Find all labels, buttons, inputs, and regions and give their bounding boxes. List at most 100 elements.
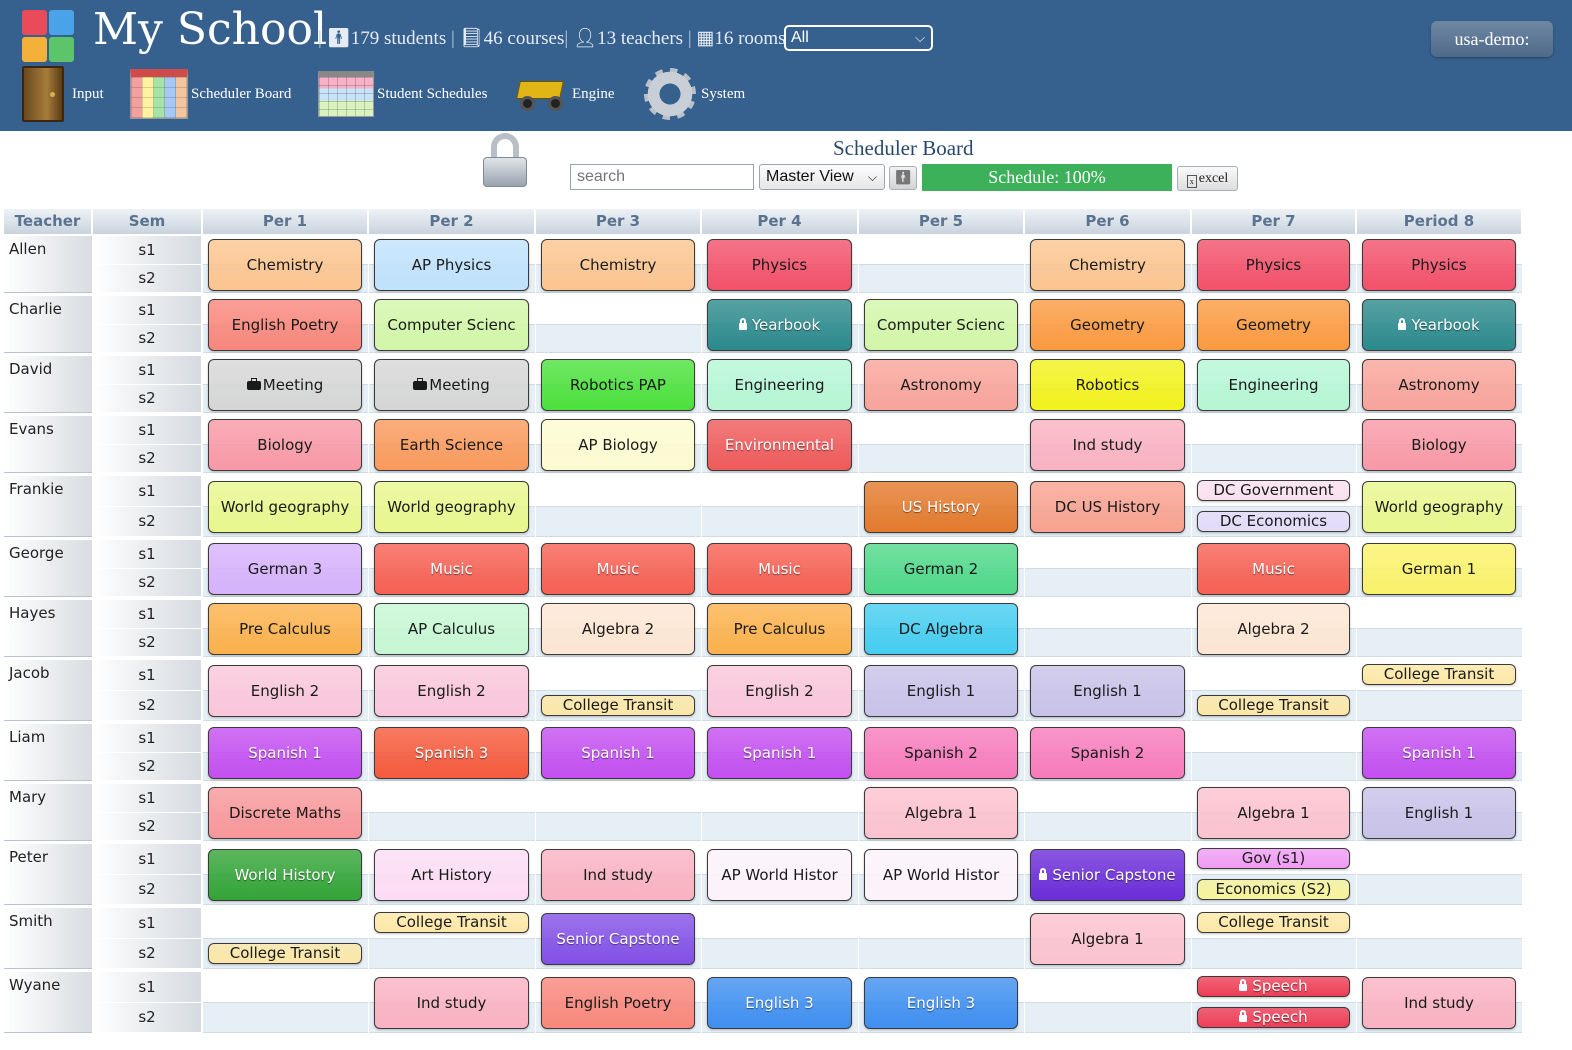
schedule-slot[interactable] bbox=[702, 908, 858, 939]
course-block[interactable]: English 3 bbox=[864, 977, 1018, 1029]
course-block[interactable]: Economics (S2) bbox=[1197, 879, 1350, 900]
course-block[interactable]: Biology bbox=[1362, 419, 1516, 471]
schedule-slot[interactable] bbox=[859, 908, 1024, 939]
course-block[interactable]: AP Calculus bbox=[374, 603, 529, 655]
course-block[interactable]: College Transit bbox=[374, 912, 529, 933]
schedule-slot[interactable] bbox=[1357, 908, 1522, 939]
nav-system[interactable]: System bbox=[644, 64, 745, 124]
schedule-slot[interactable] bbox=[1025, 600, 1191, 629]
course-block[interactable]: Astronomy bbox=[1362, 359, 1516, 411]
course-block[interactable]: Pre Calculus bbox=[208, 603, 362, 655]
board-lock-icon[interactable] bbox=[481, 133, 531, 189]
schedule-slot[interactable] bbox=[369, 784, 535, 813]
course-block[interactable]: Spanish 1 bbox=[1362, 727, 1516, 779]
teacher-name[interactable]: Allen bbox=[4, 236, 92, 293]
course-block[interactable]: Astronomy bbox=[864, 359, 1018, 411]
course-block[interactable]: Robotics bbox=[1030, 359, 1185, 411]
course-block[interactable]: Algebra 1 bbox=[864, 787, 1018, 839]
course-block[interactable]: English 1 bbox=[1030, 665, 1185, 717]
schedule-slot[interactable] bbox=[1192, 753, 1356, 781]
schedule-slot[interactable] bbox=[536, 325, 701, 353]
course-block[interactable]: Spanish 2 bbox=[1030, 727, 1185, 779]
course-block[interactable]: Yearbook bbox=[1362, 299, 1516, 351]
teacher-name[interactable]: Charlie bbox=[4, 296, 92, 353]
course-block[interactable]: Gov (s1) bbox=[1197, 848, 1350, 869]
course-block[interactable]: Robotics PAP bbox=[541, 359, 695, 411]
nav-engine[interactable]: Engine bbox=[514, 64, 615, 124]
schedule-slot[interactable] bbox=[702, 784, 858, 813]
schedule-slot[interactable] bbox=[1025, 972, 1191, 1003]
course-block[interactable]: Algebra 2 bbox=[541, 603, 695, 655]
schedule-slot[interactable] bbox=[859, 445, 1024, 473]
course-block[interactable]: DC Government bbox=[1197, 480, 1350, 501]
course-block[interactable]: Engineering bbox=[1197, 359, 1350, 411]
course-block[interactable]: German 2 bbox=[864, 543, 1018, 595]
course-block[interactable]: Ind study bbox=[374, 977, 529, 1029]
course-block[interactable]: Physics bbox=[1197, 239, 1350, 291]
course-block[interactable]: Physics bbox=[1362, 239, 1516, 291]
nav-scheduler-board[interactable]: Scheduler Board bbox=[130, 64, 291, 124]
schedule-slot[interactable] bbox=[369, 813, 535, 841]
course-block[interactable]: Senior Capstone bbox=[541, 913, 695, 965]
course-block[interactable]: Engineering bbox=[707, 359, 852, 411]
course-block[interactable]: German 3 bbox=[208, 543, 362, 595]
course-block[interactable]: College Transit bbox=[1197, 912, 1350, 933]
teacher-name[interactable]: Smith bbox=[4, 908, 92, 969]
course-block[interactable]: US History bbox=[864, 481, 1018, 533]
course-block[interactable]: English 1 bbox=[864, 665, 1018, 717]
teacher-name[interactable]: George bbox=[4, 540, 92, 597]
excel-export-button[interactable]: x excel bbox=[1177, 166, 1238, 191]
course-block[interactable]: Computer Scienc bbox=[374, 299, 529, 351]
view-select[interactable]: Master View ⌵ bbox=[759, 164, 885, 190]
course-block[interactable]: Earth Science bbox=[374, 419, 529, 471]
nav-student-schedules[interactable]: Student Schedules bbox=[318, 64, 487, 124]
course-block[interactable]: Biology bbox=[208, 419, 362, 471]
course-block[interactable]: Speech bbox=[1197, 1007, 1350, 1028]
schedule-slot[interactable] bbox=[1357, 939, 1522, 969]
course-block[interactable]: Chemistry bbox=[541, 239, 695, 291]
course-block[interactable]: Yearbook bbox=[707, 299, 852, 351]
course-block[interactable]: English 2 bbox=[208, 665, 362, 717]
course-block[interactable]: DC Algebra bbox=[864, 603, 1018, 655]
teacher-name[interactable]: Wyane bbox=[4, 972, 92, 1033]
teacher-name[interactable]: Evans bbox=[4, 416, 92, 473]
schedule-slot[interactable] bbox=[1025, 784, 1191, 813]
course-block[interactable]: Music bbox=[707, 543, 852, 595]
course-block[interactable]: English 2 bbox=[707, 665, 852, 717]
schedule-slot[interactable] bbox=[1025, 540, 1191, 569]
course-block[interactable]: Computer Scienc bbox=[864, 299, 1018, 351]
schedule-slot[interactable] bbox=[536, 784, 701, 813]
course-block[interactable]: English 2 bbox=[374, 665, 529, 717]
course-block[interactable]: Music bbox=[374, 543, 529, 595]
course-block[interactable]: English 3 bbox=[707, 977, 852, 1029]
course-block[interactable]: Ind study bbox=[1030, 419, 1185, 471]
schedule-slot[interactable] bbox=[1357, 629, 1522, 657]
course-block[interactable]: Spanish 1 bbox=[541, 727, 695, 779]
schedule-slot[interactable] bbox=[1025, 569, 1191, 597]
schedule-slot[interactable] bbox=[1025, 629, 1191, 657]
teacher-name[interactable]: David bbox=[4, 356, 92, 413]
schedule-slot[interactable] bbox=[1357, 600, 1522, 629]
teacher-name[interactable]: Peter bbox=[4, 844, 92, 905]
schedule-slot[interactable] bbox=[1357, 875, 1522, 905]
course-block[interactable]: Environmental bbox=[707, 419, 852, 471]
schedule-slot[interactable] bbox=[1357, 844, 1522, 875]
course-block[interactable]: English Poetry bbox=[208, 299, 362, 351]
schedule-slot[interactable] bbox=[536, 813, 701, 841]
course-block[interactable]: AP Biology bbox=[541, 419, 695, 471]
course-block[interactable]: Physics bbox=[707, 239, 852, 291]
course-block[interactable]: Algebra 1 bbox=[1030, 913, 1185, 965]
schedule-slot[interactable] bbox=[536, 296, 701, 325]
nav-input[interactable]: Input bbox=[22, 64, 104, 124]
course-block[interactable]: College Transit bbox=[208, 943, 362, 964]
course-block[interactable]: College Transit bbox=[1197, 695, 1350, 716]
course-block[interactable]: AP Physics bbox=[374, 239, 529, 291]
course-block[interactable]: Meeting bbox=[374, 359, 529, 411]
schedule-slot[interactable] bbox=[702, 939, 858, 969]
course-block[interactable]: College Transit bbox=[541, 695, 695, 716]
course-block[interactable]: Discrete Maths bbox=[208, 787, 362, 839]
course-block[interactable]: World geography bbox=[208, 481, 362, 533]
schedule-slot[interactable] bbox=[369, 939, 535, 969]
course-block[interactable]: English Poetry bbox=[541, 977, 695, 1029]
schedule-slot[interactable] bbox=[203, 1003, 368, 1033]
